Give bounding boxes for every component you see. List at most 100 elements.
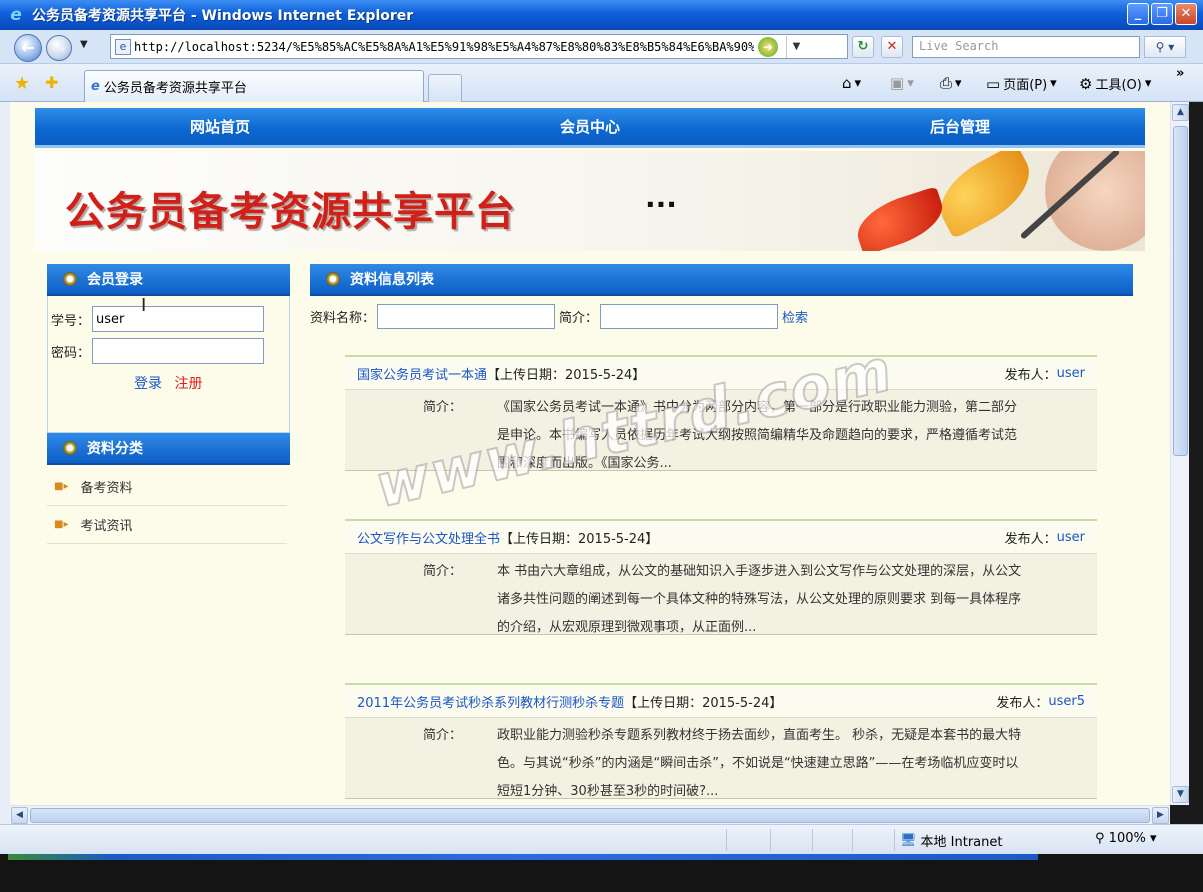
id-row: 学号： (51, 306, 265, 332)
name-filter-label: 资料名称： (310, 311, 376, 326)
new-tab-button[interactable] (428, 74, 462, 102)
page-icon: e (115, 38, 131, 55)
home-icon: ⌂ (842, 74, 852, 92)
url-text[interactable]: http://localhost:5234/%E5%85%AC%E5%8A%A1… (134, 40, 754, 54)
window-controls: _ ❐ ✕ (1127, 3, 1197, 25)
publisher-link[interactable]: user (1057, 530, 1085, 545)
maximize-button[interactable]: ❐ (1151, 3, 1173, 25)
zoom-control[interactable]: ⚲ 100% ▾ (1095, 831, 1157, 846)
zoom-dropdown-icon: ▾ (1149, 831, 1157, 846)
item-date: 【上传日期：2015-5-24】 (500, 531, 659, 547)
list-item: 2011年公务员考试秒杀系列教材行测秒杀专题 【上传日期：2015-5-24】 … (345, 683, 1097, 799)
page-viewport: 网站首页 会员中心 后台管理 公务员备考资源共享平台 ... 会员登录 学号： … (10, 102, 1170, 805)
intro-label: 简介： (423, 728, 463, 743)
item-title-link[interactable]: 国家公务员考试一本通 (357, 364, 487, 383)
nav-member-center-link[interactable]: 会员中心 (405, 108, 775, 145)
intro-filter-input[interactable] (600, 304, 779, 329)
password-input[interactable] (92, 338, 265, 364)
login-link[interactable]: 登录 (134, 376, 162, 392)
category-heading: 资料分类 (87, 441, 143, 457)
publisher-label: 发布人： (1004, 367, 1057, 383)
search-link[interactable]: 检索 (782, 307, 808, 326)
leaf-red-graphic (850, 186, 950, 251)
id-input[interactable] (92, 306, 265, 332)
register-link[interactable]: 注册 (174, 376, 202, 392)
item-title-link[interactable]: 2011年公务员考试秒杀系列教材行测秒杀专题 (357, 692, 624, 711)
feeds-icon: ▣ (890, 74, 905, 92)
scroll-left-icon[interactable]: ◀ (11, 807, 28, 824)
category-item-label: 备考资料 (80, 481, 133, 496)
search-input[interactable]: Live Search (912, 36, 1140, 58)
item-date: 【上传日期：2015-5-24】 (487, 367, 646, 383)
page-menu[interactable]: ▭ 页面(P) ▾ (986, 74, 1057, 94)
site-banner: 公务员备考资源共享平台 ... (35, 151, 1145, 251)
list-item: 公文写作与公文处理全书 【上传日期：2015-5-24】 发布人： user 简… (345, 519, 1097, 635)
list-panel-header: 资料信息列表 (310, 264, 1133, 296)
feeds-button[interactable]: ▣ ▾ (890, 74, 914, 92)
vertical-scroll-thumb[interactable] (1173, 126, 1188, 456)
item-title-link[interactable]: 公文写作与公文处理全书 (357, 528, 500, 547)
nav-home-link[interactable]: 网站首页 (35, 108, 405, 145)
taskbar (0, 854, 1203, 892)
back-button[interactable]: ← (14, 34, 42, 62)
compat-view-icon[interactable]: ➜ (758, 36, 778, 57)
close-button[interactable]: ✕ (1175, 3, 1197, 25)
refresh-button[interactable]: ↻ (852, 36, 874, 58)
tools-menu-label: 工具(O) (1095, 78, 1142, 93)
name-filter-input[interactable] (377, 304, 556, 329)
address-field[interactable]: e http://localhost:5234/%E5%85%AC%E5%8A%… (110, 34, 848, 59)
category-panel-header: 资料分类 (47, 433, 290, 465)
leaf-yellow-graphic (927, 151, 1043, 240)
page-menu-label: 页面(P) (1003, 78, 1048, 93)
stop-button[interactable]: ✕ (881, 36, 903, 58)
login-panel-header: 会员登录 (47, 264, 290, 296)
banner-title: 公务员备考资源共享平台 (65, 189, 516, 235)
category-item[interactable]: ■▸ 备考资料 (47, 468, 287, 506)
publisher-label: 发布人： (1004, 531, 1057, 547)
minimize-button[interactable]: _ (1127, 3, 1149, 25)
vertical-scrollbar[interactable]: ▲ ▼ (1170, 102, 1189, 805)
search-button[interactable]: ⚲ ▾ (1144, 36, 1186, 58)
list-item-header: 公文写作与公文处理全书 【上传日期：2015-5-24】 发布人： user (345, 519, 1097, 553)
site-nav: 网站首页 会员中心 后台管理 (35, 108, 1145, 148)
arrow-bullet-icon: ■▸ (54, 481, 69, 492)
status-divider (852, 829, 853, 851)
ie-tab-icon: e (91, 79, 100, 94)
home-button[interactable]: ⌂ ▾ (842, 74, 861, 92)
scroll-up-icon[interactable]: ▲ (1172, 104, 1189, 121)
scroll-down-icon[interactable]: ▼ (1172, 786, 1189, 803)
status-bar: 🖥 本地 Intranet ⚲ 100% ▾ (0, 824, 1203, 854)
text-cursor-icon: I (141, 295, 147, 316)
scroll-right-icon[interactable]: ▶ (1152, 807, 1169, 824)
list-item-header: 2011年公务员考试秒杀系列教材行测秒杀专题 【上传日期：2015-5-24】 … (345, 683, 1097, 717)
history-dropdown-icon[interactable]: ▼ (80, 39, 88, 50)
status-divider (770, 829, 771, 851)
horizontal-scrollbar[interactable]: ◀ ▶ (10, 805, 1170, 824)
nav-admin-link[interactable]: 后台管理 (775, 108, 1145, 145)
tools-menu[interactable]: ⚙ 工具(O) ▾ (1079, 74, 1151, 94)
address-dropdown-icon[interactable]: ▼ (786, 35, 806, 58)
tab-toolbar: ★ ✚ e 公务员备考资源共享平台 ⌂ ▾ ▣ ▾ ⎙ ▾ ▭ 页面(P) ▾ ⚙ 工具(O… (0, 64, 1203, 102)
list-item-body: 简介： 本 书由六大章组成，从公文的基础知识入手逐步进入到公文写作与公文处理的深… (345, 553, 1097, 635)
publisher-label: 发布人： (996, 695, 1049, 711)
publisher-link[interactable]: user (1057, 366, 1085, 381)
id-label: 学号： (51, 313, 91, 329)
forward-button[interactable]: → (46, 35, 72, 61)
zoom-level: 100% (1108, 831, 1146, 846)
favorites-star-icon[interactable]: ★ (14, 73, 30, 94)
print-button[interactable]: ⎙ ▾ (940, 74, 962, 92)
page-menu-icon: ▭ (986, 74, 1001, 93)
publisher-link[interactable]: user5 (1048, 694, 1085, 709)
password-label: 密码： (51, 345, 91, 361)
more-commands-icon[interactable]: » (1176, 66, 1184, 81)
window-left-edge (0, 102, 10, 824)
status-divider (894, 829, 895, 851)
horizontal-scroll-thumb[interactable] (30, 808, 1150, 823)
category-item[interactable]: ■▸ 考试资讯 (47, 506, 287, 544)
add-favorites-icon[interactable]: ✚ (45, 73, 58, 92)
status-divider (726, 829, 727, 851)
tab-active[interactable]: e 公务员备考资源共享平台 (84, 70, 424, 102)
intro-filter-label: 简介： (559, 311, 599, 326)
security-zone[interactable]: 🖥 本地 Intranet (900, 831, 1002, 850)
printer-icon: ⎙ (940, 74, 953, 92)
